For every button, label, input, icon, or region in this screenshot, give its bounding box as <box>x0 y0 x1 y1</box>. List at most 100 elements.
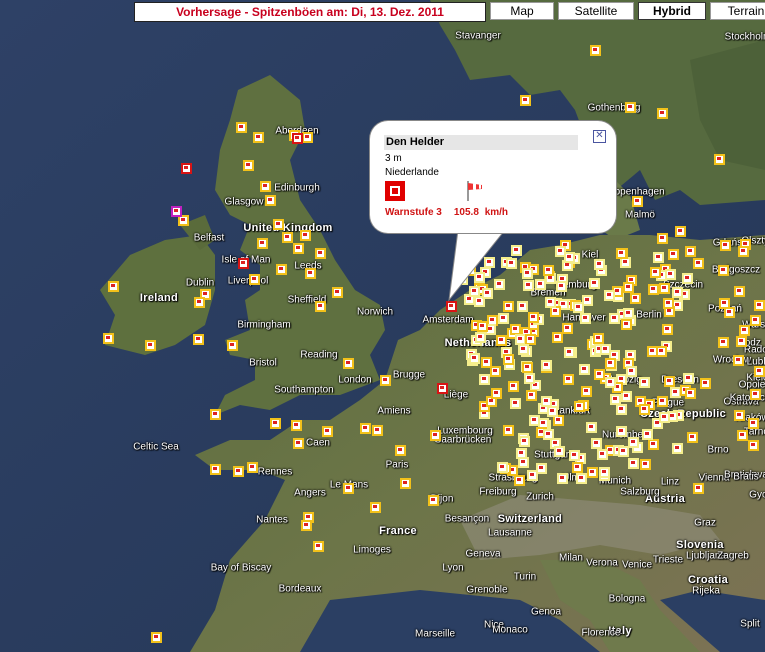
station-marker[interactable] <box>145 340 156 351</box>
station-marker[interactable] <box>428 495 439 506</box>
station-marker[interactable] <box>564 252 575 263</box>
station-marker[interactable] <box>543 265 554 276</box>
station-marker[interactable] <box>370 502 381 513</box>
station-marker[interactable] <box>754 300 765 311</box>
station-marker[interactable] <box>718 265 729 276</box>
station-marker[interactable] <box>657 108 668 119</box>
station-marker[interactable] <box>545 297 556 308</box>
station-marker[interactable] <box>604 290 615 301</box>
station-marker[interactable] <box>315 248 326 259</box>
station-marker[interactable] <box>477 321 488 332</box>
station-marker[interactable] <box>621 319 632 330</box>
station-marker[interactable] <box>579 364 590 375</box>
station-marker[interactable] <box>522 362 533 373</box>
station-marker[interactable] <box>233 466 244 477</box>
station-marker[interactable] <box>581 386 592 397</box>
station-marker[interactable] <box>737 430 748 441</box>
station-marker[interactable] <box>591 438 602 449</box>
station-marker[interactable] <box>302 132 313 143</box>
station-marker[interactable] <box>514 475 525 486</box>
station-marker[interactable] <box>524 373 535 384</box>
station-marker[interactable] <box>506 258 517 269</box>
station-marker[interactable] <box>632 196 643 207</box>
station-marker[interactable] <box>315 301 326 312</box>
station-marker[interactable] <box>597 449 608 460</box>
station-marker[interactable] <box>518 457 529 468</box>
station-marker[interactable] <box>734 410 745 421</box>
station-marker[interactable] <box>628 437 639 448</box>
station-marker[interactable] <box>616 426 627 437</box>
station-marker[interactable] <box>653 252 664 263</box>
station-marker[interactable] <box>498 313 509 324</box>
station-marker[interactable] <box>623 308 634 319</box>
station-marker[interactable] <box>300 230 311 241</box>
station-marker[interactable] <box>475 332 486 343</box>
station-marker[interactable] <box>659 412 670 423</box>
station-marker[interactable] <box>590 45 601 56</box>
station-marker[interactable] <box>600 344 611 355</box>
station-marker[interactable] <box>547 406 558 417</box>
station-marker[interactable] <box>718 337 729 348</box>
station-marker[interactable] <box>253 132 264 143</box>
station-marker[interactable] <box>503 354 514 365</box>
station-marker[interactable] <box>700 378 711 389</box>
station-marker[interactable] <box>630 293 641 304</box>
station-marker[interactable] <box>625 102 636 113</box>
station-marker[interactable] <box>733 355 744 366</box>
station-marker[interactable] <box>586 422 597 433</box>
station-marker[interactable] <box>181 163 192 174</box>
station-marker[interactable] <box>605 377 616 388</box>
station-marker[interactable] <box>210 464 221 475</box>
station-marker[interactable] <box>227 340 238 351</box>
station-marker[interactable] <box>650 267 661 278</box>
station-marker[interactable] <box>748 418 759 429</box>
popup-close-icon[interactable]: ✕ <box>593 130 606 143</box>
station-marker[interactable] <box>609 313 620 324</box>
station-marker[interactable] <box>236 122 247 133</box>
station-marker[interactable] <box>739 325 750 336</box>
station-marker[interactable] <box>569 450 580 461</box>
station-marker[interactable] <box>457 274 468 285</box>
station-marker[interactable] <box>194 297 205 308</box>
station-marker[interactable] <box>260 181 271 192</box>
station-marker[interactable] <box>108 281 119 292</box>
station-marker[interactable] <box>662 324 673 335</box>
station-marker[interactable] <box>562 323 573 334</box>
station-marker[interactable] <box>519 436 530 447</box>
station-marker[interactable] <box>657 233 668 244</box>
station-marker[interactable] <box>523 280 534 291</box>
station-marker[interactable] <box>572 462 583 473</box>
station-marker[interactable] <box>720 240 731 251</box>
station-marker[interactable] <box>663 298 674 309</box>
map-type-hybrid-button[interactable]: Hybrid <box>638 2 706 20</box>
station-marker[interactable] <box>626 366 637 377</box>
station-marker[interactable] <box>736 336 747 347</box>
station-marker[interactable] <box>446 301 457 312</box>
station-marker[interactable] <box>639 377 650 388</box>
station-marker[interactable] <box>672 287 683 298</box>
map-canvas[interactable]: Vorhersage - Spitzenböen am: Di, 13. Dez… <box>0 0 765 652</box>
station-marker[interactable] <box>628 458 639 469</box>
station-marker[interactable] <box>171 206 182 217</box>
map-type-map-button[interactable]: Map <box>490 2 554 20</box>
station-marker[interactable] <box>693 483 704 494</box>
station-marker[interactable] <box>668 249 679 260</box>
station-marker[interactable] <box>301 520 312 531</box>
station-marker[interactable] <box>618 446 629 457</box>
station-marker[interactable] <box>520 95 531 106</box>
station-marker[interactable] <box>522 268 533 279</box>
station-marker[interactable] <box>293 438 304 449</box>
station-marker[interactable] <box>576 473 587 484</box>
station-marker[interactable] <box>543 429 554 440</box>
station-marker[interactable] <box>210 409 221 420</box>
station-marker[interactable] <box>270 418 281 429</box>
station-marker[interactable] <box>580 313 591 324</box>
station-marker[interactable] <box>497 462 508 473</box>
station-marker[interactable] <box>469 353 480 364</box>
station-marker[interactable] <box>503 425 514 436</box>
station-marker[interactable] <box>291 420 302 431</box>
station-marker[interactable] <box>642 429 653 440</box>
station-marker[interactable] <box>563 374 574 385</box>
station-marker[interactable] <box>599 467 610 478</box>
station-marker[interactable] <box>511 245 522 256</box>
